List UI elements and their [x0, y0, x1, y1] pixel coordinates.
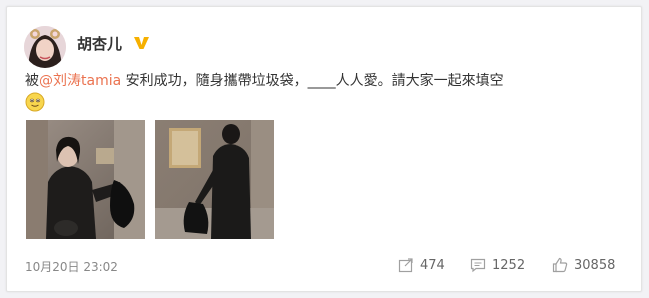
photo-image: [155, 120, 274, 239]
author-avatar[interactable]: [24, 26, 66, 68]
comment-icon: [470, 258, 486, 273]
post-text-body: 安利成功，隨身攜帶垃圾袋，____人人愛。請大家一起來填空: [121, 73, 504, 89]
photo-image: [26, 120, 145, 239]
weibo-post-card: 胡杏儿 被@刘涛tamia 安利成功，隨身攜帶垃圾袋，____人人愛。請大家一起…: [6, 6, 642, 292]
comment-button[interactable]: 1252: [470, 257, 525, 273]
post-photo-1[interactable]: [26, 120, 145, 239]
repost-icon: [398, 258, 413, 273]
like-count: 30858: [574, 257, 616, 273]
thumbs-up-icon: [552, 257, 568, 273]
verified-badge-icon: [134, 37, 149, 49]
author-name[interactable]: 胡杏儿: [77, 33, 122, 54]
comment-count: 1252: [492, 257, 526, 273]
avatar-image: [24, 26, 66, 68]
post-photo-2[interactable]: [155, 120, 274, 239]
mention-link[interactable]: @刘涛tamia: [39, 73, 121, 89]
post-timestamp[interactable]: 10月20日 23:02: [25, 258, 118, 275]
like-button[interactable]: 30858: [552, 257, 615, 273]
post-text-prefix: 被: [25, 73, 39, 89]
smile-emoji-icon: [25, 92, 45, 112]
post-text: 被@刘涛tamia 安利成功，隨身攜帶垃圾袋，____人人愛。請大家一起來填空: [25, 71, 625, 91]
repost-button[interactable]: 474: [398, 257, 445, 273]
repost-count: 474: [420, 257, 445, 273]
